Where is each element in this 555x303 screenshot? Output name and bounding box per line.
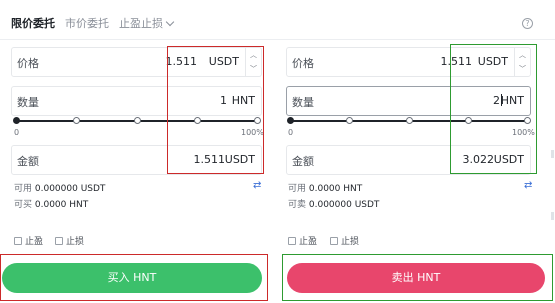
tab-market-order[interactable]: 市价委托 <box>65 15 109 31</box>
slider-step-100[interactable] <box>254 117 261 124</box>
chevron-down-icon[interactable]: ﹀ <box>246 62 261 76</box>
slider-step-100[interactable] <box>524 117 531 124</box>
order-type-tabs: 限价委托 市价委托 止盈止损 <box>11 13 183 33</box>
buy-max-label: 可买 <box>14 200 33 210</box>
buy-amount-label: 金额 <box>17 155 39 168</box>
sell-take-profit-checkbox[interactable]: 止盈 <box>288 234 317 247</box>
chevron-down-icon <box>165 17 175 27</box>
help-circle-icon[interactable]: ? <box>522 18 533 29</box>
sell-amount-value: 3.022 <box>462 153 495 166</box>
buy-amount-unit: USDT <box>224 153 255 166</box>
slider-step-25[interactable] <box>73 117 81 124</box>
chevron-down-icon[interactable]: ﹀ <box>515 62 530 76</box>
chevron-up-icon[interactable]: ︿ <box>246 48 261 62</box>
tab-stop-order[interactable]: 止盈止损 <box>119 15 175 31</box>
sell-available-row: 可用 0.0000 HNT <box>288 181 362 194</box>
buy-take-profit-label: 止盈 <box>25 237 44 247</box>
buy-price-stepper[interactable]: ︿ ﹀ <box>245 48 261 76</box>
buy-quantity-slider[interactable] <box>13 116 261 126</box>
buy-amount-field[interactable]: 金额 1.511 USDT <box>11 145 262 175</box>
buy-quantity-label: 数量 <box>17 96 39 109</box>
swap-arrows-icon[interactable]: ⇄ <box>524 180 532 191</box>
sell-available-value: 0.0000 HNT <box>308 184 363 194</box>
buy-quantity-field[interactable]: 数量 1 HNT <box>11 86 262 116</box>
sell-price-field[interactable]: 价格 1.511 USDT ︿ ﹀ <box>286 47 531 77</box>
buy-price-value: 1.511 <box>165 55 198 68</box>
sell-button[interactable]: 卖出 HNT <box>287 263 545 293</box>
buy-stop-loss-checkbox[interactable]: 止损 <box>55 234 84 247</box>
checkbox-icon[interactable] <box>14 237 22 245</box>
sell-quantity-label: 数量 <box>292 96 314 109</box>
edge-marker <box>551 150 554 158</box>
sell-slider-min-label: 0 <box>288 128 294 137</box>
buy-max-value: 0.0000 HNT <box>34 200 89 210</box>
buy-max-row: 可买 0.0000 HNT <box>14 197 88 210</box>
slider-step-50[interactable] <box>133 117 141 124</box>
buy-available-value: 0.000000 USDT <box>34 184 106 194</box>
sell-price-stepper[interactable]: ︿ ﹀ <box>514 48 530 76</box>
sell-price-unit: USDT <box>477 55 508 68</box>
buy-available-row: 可用 0.000000 USDT <box>14 181 105 194</box>
sell-max-label: 可卖 <box>288 200 307 210</box>
slider-handle[interactable] <box>13 117 20 124</box>
sell-amount-unit: USDT <box>493 153 524 166</box>
buy-price-unit: USDT <box>208 55 239 68</box>
buy-amount-value: 1.511 <box>193 153 226 166</box>
sell-stop-loss-label: 止损 <box>341 237 360 247</box>
sell-amount-label: 金额 <box>292 155 314 168</box>
checkbox-icon[interactable] <box>288 237 296 245</box>
sell-quantity-value: 2 <box>493 94 500 107</box>
tab-stop-order-label: 止盈止损 <box>119 17 163 30</box>
slider-step-75[interactable] <box>193 117 201 124</box>
buy-price-field[interactable]: 价格 1.511 USDT ︿ ﹀ <box>11 47 262 77</box>
sell-max-value: 0.000000 USDT <box>308 200 380 210</box>
sell-slider-max-label: 100% <box>512 128 535 137</box>
sell-quantity-field[interactable]: 数量 2 HNT <box>286 86 531 116</box>
buy-take-profit-checkbox[interactable]: 止盈 <box>14 234 43 247</box>
checkbox-icon[interactable] <box>330 237 338 245</box>
buy-quantity-unit: HNT <box>231 94 255 107</box>
buy-quantity-value: 1 <box>220 94 227 107</box>
sell-price-label: 价格 <box>292 57 314 70</box>
buy-slider-min-label: 0 <box>14 128 20 137</box>
buy-stop-loss-label: 止损 <box>66 237 85 247</box>
tabs-divider <box>0 39 555 40</box>
tab-limit-order[interactable]: 限价委托 <box>11 15 55 31</box>
swap-arrows-icon[interactable]: ⇄ <box>253 180 261 191</box>
slider-step-25[interactable] <box>346 117 354 124</box>
edge-marker <box>551 212 554 220</box>
sell-quantity-unit: HNT <box>500 94 524 107</box>
sell-take-profit-label: 止盈 <box>299 237 318 247</box>
buy-available-label: 可用 <box>14 184 33 194</box>
sell-stop-loss-checkbox[interactable]: 止损 <box>330 234 359 247</box>
buy-button[interactable]: 买入 HNT <box>2 263 262 293</box>
slider-handle[interactable] <box>287 117 294 124</box>
sell-available-label: 可用 <box>288 184 307 194</box>
checkbox-icon[interactable] <box>55 237 63 245</box>
sell-amount-field[interactable]: 金额 3.022 USDT <box>286 145 531 175</box>
buy-price-label: 价格 <box>17 57 39 70</box>
slider-step-75[interactable] <box>464 117 472 124</box>
sell-price-value: 1.511 <box>440 55 473 68</box>
sell-quantity-slider[interactable] <box>287 116 531 126</box>
chevron-up-icon[interactable]: ︿ <box>515 48 530 62</box>
slider-step-50[interactable] <box>405 117 413 124</box>
buy-slider-max-label: 100% <box>241 128 264 137</box>
sell-max-row: 可卖 0.000000 USDT <box>288 197 379 210</box>
